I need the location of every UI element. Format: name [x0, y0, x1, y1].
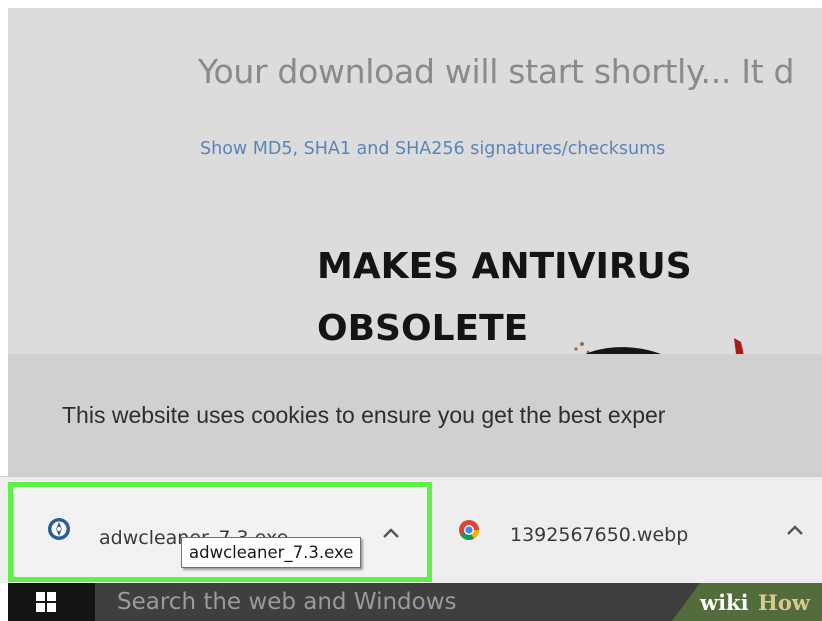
chevron-up-icon[interactable] — [382, 527, 400, 539]
start-button[interactable] — [8, 583, 95, 621]
web-page: Your download will start shortly... It d… — [8, 8, 822, 354]
shelf-divider — [0, 476, 822, 477]
watermark-how: How — [758, 590, 810, 615]
download-message: Your download will start shortly... It d — [198, 52, 795, 91]
checksums-link[interactable]: Show MD5, SHA1 and SHA256 signatures/che… — [200, 139, 665, 159]
download-filename: 1392567650.webp — [510, 524, 689, 546]
chevron-up-icon[interactable] — [786, 524, 804, 536]
cookie-text: This website uses cookies to ensure you … — [62, 402, 666, 428]
cookie-banner: This website uses cookies to ensure you … — [8, 354, 822, 476]
taskbar-search-box[interactable]: Search the web and Windows — [95, 583, 728, 621]
windows-logo-icon — [36, 592, 56, 612]
filename-tooltip: adwcleaner_7.3.exe — [181, 537, 362, 568]
adwcleaner-icon — [48, 518, 70, 540]
ad-headline-line1: MAKES ANTIVIRUS — [317, 246, 692, 287]
search-placeholder: Search the web and Windows — [117, 589, 457, 615]
watermark-wiki: wiki — [700, 590, 749, 615]
ad-illustration — [574, 338, 744, 354]
screenshot-frame: Your download will start shortly... It d… — [0, 0, 822, 621]
chrome-icon — [459, 520, 480, 541]
download-item-webp[interactable]: 1392567650.webp — [440, 482, 822, 582]
